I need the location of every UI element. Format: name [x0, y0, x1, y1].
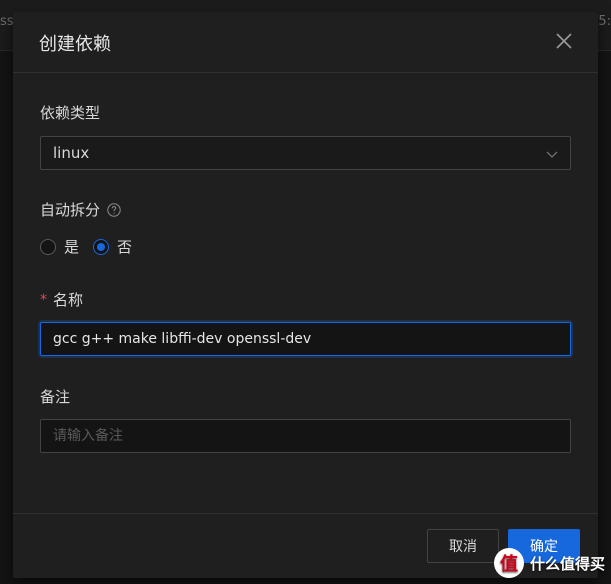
radio-no-label: 否: [117, 238, 133, 256]
remark-input[interactable]: [40, 419, 571, 453]
dep-type-select[interactable]: linux: [40, 136, 571, 170]
name-label-text: 名称: [53, 291, 84, 309]
watermark-logo-icon: 值: [493, 548, 524, 578]
dialog-body: 依赖类型 linux 自动拆分 是 否 * 名称 gcc g++ make li…: [40, 72, 571, 453]
radio-yes-circle[interactable]: [40, 238, 56, 255]
auto-split-label: 自动拆分: [40, 199, 571, 220]
form-item-name: * 名称: [40, 289, 571, 356]
radio-option-yes[interactable]: 是: [40, 236, 79, 257]
site-watermark: 值 什么值得买: [493, 548, 605, 578]
auto-split-label-text: 自动拆分: [40, 201, 101, 219]
radio-yes-label: 是: [64, 238, 80, 256]
question-circle-icon[interactable]: [107, 202, 121, 217]
radio-no-circle[interactable]: [93, 238, 110, 255]
remark-label-text: 备注: [40, 388, 71, 406]
create-dependency-dialog: 创建依赖 依赖类型 linux 自动拆分 是 否 * 名称 gcc g++ ma…: [13, 12, 598, 578]
cancel-button[interactable]: 取消: [427, 529, 499, 563]
radio-option-no[interactable]: 否: [93, 236, 132, 257]
dep-type-selected-value: linux: [53, 144, 90, 162]
watermark-text: 什么值得买: [529, 554, 605, 573]
form-item-remark: 备注: [40, 386, 571, 453]
required-mark: *: [40, 291, 47, 308]
chevron-down-icon: [546, 151, 558, 158]
close-icon: [556, 33, 572, 49]
close-button[interactable]: [552, 29, 576, 53]
form-item-auto-split: 自动拆分 是 否: [40, 199, 571, 257]
auto-split-radio-group: 是 否: [40, 236, 571, 257]
background-text-left: ss: [0, 14, 14, 29]
dep-type-label-text: 依赖类型: [40, 104, 101, 122]
dialog-title: 创建依赖: [39, 34, 111, 55]
dialog-header: 创建依赖: [13, 12, 598, 73]
dep-type-label: 依赖类型: [40, 102, 571, 123]
name-label: * 名称: [40, 289, 571, 310]
remark-label: 备注: [40, 386, 571, 407]
form-item-dep-type: 依赖类型 linux: [40, 102, 571, 170]
name-input[interactable]: [40, 322, 571, 356]
